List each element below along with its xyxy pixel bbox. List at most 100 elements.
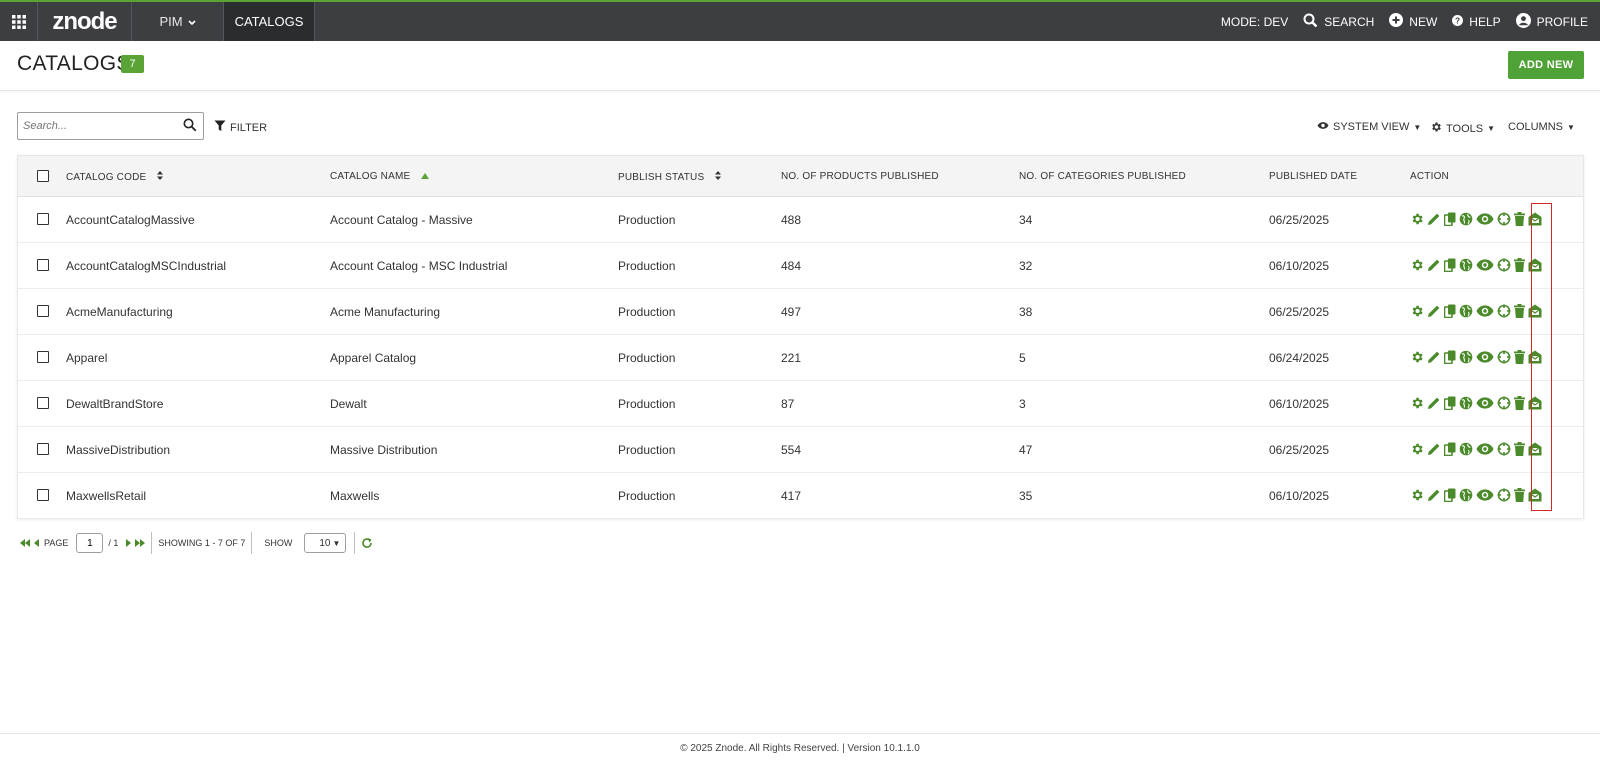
- target-icon[interactable]: [1497, 212, 1511, 226]
- target-icon[interactable]: [1497, 442, 1511, 456]
- delete-icon[interactable]: [1514, 350, 1525, 364]
- settings-icon[interactable]: [1410, 488, 1424, 502]
- store-access-icon[interactable]: [1528, 350, 1542, 364]
- publish-globe-icon[interactable]: [1459, 396, 1473, 410]
- delete-icon[interactable]: [1514, 212, 1525, 226]
- row-checkbox[interactable]: [37, 213, 49, 225]
- delete-icon[interactable]: [1514, 396, 1525, 410]
- row-checkbox[interactable]: [37, 489, 49, 501]
- settings-icon[interactable]: [1410, 212, 1424, 226]
- row-checkbox[interactable]: [37, 443, 49, 455]
- first-page-icon[interactable]: [20, 539, 30, 547]
- copy-icon[interactable]: [1444, 442, 1456, 456]
- preview-eye-icon[interactable]: [1476, 443, 1494, 455]
- cell-products: 484: [781, 259, 802, 273]
- last-page-icon[interactable]: [135, 539, 146, 547]
- search-button[interactable]: SEARCH: [1303, 13, 1374, 31]
- column-header-catalog-code[interactable]: CATALOG CODE: [66, 171, 164, 183]
- preview-eye-icon[interactable]: [1476, 305, 1494, 317]
- row-checkbox[interactable]: [37, 351, 49, 363]
- column-header-categories-published[interactable]: NO. OF CATEGORIES PUBLISHED: [1019, 171, 1186, 182]
- edit-icon[interactable]: [1427, 350, 1441, 364]
- next-page-icon[interactable]: [126, 539, 132, 547]
- publish-globe-icon[interactable]: [1459, 488, 1473, 502]
- edit-icon[interactable]: [1427, 258, 1441, 272]
- store-access-icon[interactable]: [1528, 396, 1542, 410]
- delete-icon[interactable]: [1514, 304, 1525, 318]
- row-checkbox[interactable]: [37, 259, 49, 271]
- preview-eye-icon[interactable]: [1476, 397, 1494, 409]
- row-actions: [1410, 256, 1542, 274]
- settings-icon[interactable]: [1410, 396, 1424, 410]
- edit-icon[interactable]: [1427, 442, 1441, 456]
- column-header-published-date[interactable]: PUBLISHED DATE: [1269, 171, 1357, 182]
- column-header-products-published[interactable]: NO. OF PRODUCTS PUBLISHED: [781, 171, 939, 182]
- column-header-publish-status[interactable]: PUBLISH STATUS: [618, 171, 722, 183]
- publish-globe-icon[interactable]: [1459, 212, 1473, 226]
- tab-catalogs[interactable]: CATALOGS: [224, 2, 315, 41]
- copy-icon[interactable]: [1444, 396, 1456, 410]
- target-icon[interactable]: [1497, 488, 1511, 502]
- page-size-select[interactable]: 10 ▼: [304, 533, 347, 553]
- edit-icon[interactable]: [1427, 396, 1441, 410]
- publish-globe-icon[interactable]: [1459, 304, 1473, 318]
- preview-eye-icon[interactable]: [1476, 351, 1494, 363]
- table-row: MassiveDistribution Massive Distribution P…: [18, 427, 1583, 473]
- caret-down-icon: ▼: [1413, 122, 1422, 132]
- copy-icon[interactable]: [1444, 212, 1456, 226]
- tools-dropdown[interactable]: TOOLS ▼: [1430, 121, 1495, 136]
- columns-dropdown[interactable]: COLUMNS ▼: [1508, 121, 1575, 133]
- edit-icon[interactable]: [1427, 488, 1441, 502]
- select-all-checkbox[interactable]: [37, 170, 49, 182]
- target-icon[interactable]: [1497, 396, 1511, 410]
- page-number-input[interactable]: [76, 533, 104, 553]
- refresh-icon[interactable]: [361, 537, 373, 549]
- copy-icon[interactable]: [1444, 488, 1456, 502]
- cell-status: Production: [618, 443, 676, 457]
- copy-icon[interactable]: [1444, 304, 1456, 318]
- publish-globe-icon[interactable]: [1459, 350, 1473, 364]
- row-checkbox[interactable]: [37, 397, 49, 409]
- preview-eye-icon[interactable]: [1476, 213, 1494, 225]
- filter-button[interactable]: FILTER: [214, 120, 267, 135]
- publish-globe-icon[interactable]: [1459, 258, 1473, 272]
- target-icon[interactable]: [1497, 350, 1511, 364]
- settings-icon[interactable]: [1410, 350, 1424, 364]
- znode-logo[interactable]: znode: [38, 2, 132, 41]
- system-view-dropdown[interactable]: SYSTEM VIEW ▼: [1317, 121, 1421, 133]
- previous-page-icon[interactable]: [34, 539, 39, 547]
- column-header-catalog-name[interactable]: CATALOG NAME: [330, 171, 430, 182]
- edit-icon[interactable]: [1427, 304, 1441, 318]
- preview-eye-icon[interactable]: [1476, 259, 1494, 271]
- store-access-icon[interactable]: [1528, 488, 1542, 502]
- edit-icon[interactable]: [1427, 212, 1441, 226]
- apps-grid-icon[interactable]: [0, 2, 38, 41]
- target-icon[interactable]: [1497, 304, 1511, 318]
- search-icon[interactable]: [183, 118, 197, 137]
- add-new-button[interactable]: ADD NEW: [1508, 51, 1584, 79]
- profile-button[interactable]: PROFILE: [1515, 12, 1588, 31]
- new-button[interactable]: NEW: [1389, 13, 1437, 30]
- row-checkbox[interactable]: [37, 305, 49, 317]
- target-icon[interactable]: [1497, 258, 1511, 272]
- grid-search-input[interactable]: [23, 120, 183, 132]
- publish-globe-icon[interactable]: [1459, 442, 1473, 456]
- settings-icon[interactable]: [1410, 442, 1424, 456]
- copy-icon[interactable]: [1444, 350, 1456, 364]
- settings-icon[interactable]: [1410, 304, 1424, 318]
- store-access-icon[interactable]: [1528, 442, 1542, 456]
- store-access-icon[interactable]: [1528, 212, 1542, 226]
- delete-icon[interactable]: [1514, 442, 1525, 456]
- help-button[interactable]: ? HELP: [1452, 14, 1501, 29]
- delete-icon[interactable]: [1514, 488, 1525, 502]
- preview-eye-icon[interactable]: [1476, 489, 1494, 501]
- cell-date: 06/25/2025: [1269, 213, 1330, 227]
- store-access-icon[interactable]: [1528, 304, 1542, 318]
- pim-menu-dropdown[interactable]: PIM: [132, 2, 224, 41]
- settings-icon[interactable]: [1410, 258, 1424, 272]
- row-actions: [1410, 486, 1542, 504]
- store-access-icon[interactable]: [1528, 258, 1542, 272]
- page-size-value: 10: [319, 537, 331, 549]
- copy-icon[interactable]: [1444, 258, 1456, 272]
- delete-icon[interactable]: [1514, 258, 1525, 272]
